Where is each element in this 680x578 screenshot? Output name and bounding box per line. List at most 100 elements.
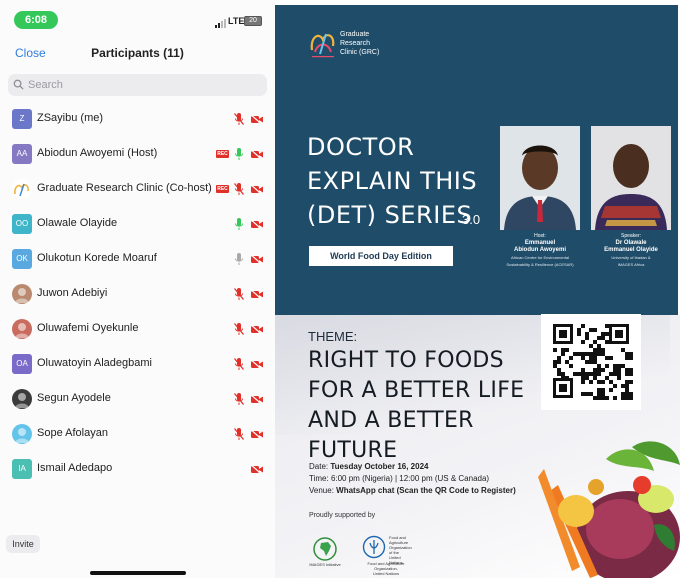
images-logo: IMAGES Initiative [309,537,341,567]
participant-row[interactable]: Oluwafemi Oyekunle [0,312,275,347]
fao-emblem-icon [362,535,386,559]
participant-avatar: Z [12,109,32,129]
mic-muted-icon [233,288,245,300]
recording-badge: REC [216,150,229,158]
speaker-portrait-icon [591,126,671,230]
participant-row[interactable]: IA Ismail Adedapo [0,452,275,487]
video-off-icon [250,184,263,195]
participant-name: Abiodun Awoyemi (Host) [37,147,158,159]
participant-row[interactable]: Sope Afolayan [0,417,275,452]
host-caption: Host: Emmanuel Abiodun Awoyemi African C… [495,233,585,268]
video-off-icon [250,254,263,265]
participant-row[interactable]: AA Abiodun Awoyemi (Host) REC [0,137,275,172]
participant-name: Oluwatoyin Aladegbami [37,357,152,369]
participant-row[interactable]: Segun Ayodele [0,382,275,417]
participant-name: Oluwafemi Oyekunle [37,322,139,334]
nav-bar: Participants (11) Close [0,40,275,68]
series-version: 3.0 [462,212,481,227]
host-portrait-icon [500,126,580,230]
participant-list: Z ZSayibu (me) AA Abiodun Awoyemi (Host) REC… [0,102,275,487]
speaker-role: Speaker: [620,233,641,239]
participant-avatar: IA [12,459,32,479]
mic-muted-icon [233,113,245,125]
participant-row[interactable]: Graduate Research Clinic (Co-host) REC [0,172,275,207]
event-details: Date: Tuesday October 16, 2024 Time: 6:0… [309,461,516,497]
close-button[interactable]: Close [15,46,46,60]
host-role: Host: [534,233,546,239]
participants-panel: 6:08 LTE 20 Participants (11) Close Z ZSa… [0,0,275,578]
participant-avatar [12,319,32,339]
mic-icon [235,253,243,265]
mic-muted-icon [233,393,245,405]
mic-muted-icon [233,183,245,195]
search-bar[interactable] [8,74,267,96]
speaker-affiliation: University of Ibadan & IMAGES Africa [611,255,651,267]
host-photo [500,126,580,230]
video-off-icon [250,324,263,335]
participant-avatar [12,424,32,444]
speaker-photo [591,126,671,230]
qr-code-icon [541,314,641,410]
time-line: Time: 6:00 pm (Nigeria) | 12:00 pm (US &… [309,474,490,483]
qr-code[interactable] [541,314,641,410]
video-off-icon [250,464,263,475]
participant-name: Juwon Adebiyi [37,287,108,299]
fao-logo: Food and Agriculture Organization of the… [362,535,412,576]
participant-name: Segun Ayodele [37,392,111,404]
participant-row[interactable]: Juwon Adebiyi [0,277,275,312]
vegetables-illustration-icon [538,441,680,578]
sponsor2-short-name: Food and Agriculture Organization, Unite… [367,561,405,576]
video-off-icon [250,394,263,405]
mic-muted-icon [233,323,245,335]
theme-text: RIGHT TO FOODS FOR A BETTER LIFE AND A B… [308,348,525,463]
venue-line: Venue: WhatsApp chat (Scan the QR Code t… [309,486,516,495]
participant-name: ZSayibu (me) [37,112,104,124]
mic-muted-icon [233,428,245,440]
battery-icon: 20 [244,16,262,26]
mic-muted-icon [233,358,245,370]
signal-icon [215,19,226,28]
search-input[interactable] [28,76,258,94]
participant-avatar: AA [12,144,32,164]
host-affiliation: African Centre for Environmental Sustain… [506,255,574,267]
invite-button[interactable]: Invite [6,535,40,553]
speaker-caption: Speaker: Dr Olawale Emmanuel Olayide Uni… [586,233,676,268]
status-time: 6:08 [14,11,58,29]
theme-label: THEME: [308,329,358,344]
status-bar: 6:08 LTE 20 [0,0,275,36]
video-off-icon [250,114,263,125]
participant-row[interactable]: OO Olawale Olayide [0,207,275,242]
mic-icon [235,218,243,230]
video-off-icon [250,359,263,370]
recording-badge: REC [216,185,229,193]
participant-name: Graduate Research Clinic (Co-host) [37,182,212,194]
video-off-icon [250,289,263,300]
date-line: Date: Tuesday October 16, 2024 [309,462,429,471]
speaker-name: Dr Olawale Emmanuel Olayide [604,240,658,253]
participant-name: Olawale Olayide [37,217,118,229]
home-indicator[interactable] [90,571,186,575]
sponsor1-name: IMAGES Initiative [309,562,341,567]
participant-row[interactable]: OK Olukotun Korede Moaruf [0,242,275,277]
video-off-icon [250,429,263,440]
participant-name: Ismail Adedapo [37,462,113,474]
participant-name: Sope Afolayan [37,427,108,439]
supported-by-label: Proudly supported by [309,512,376,519]
participant-avatar: OA [12,354,32,374]
participant-avatar: OK [12,249,32,269]
participant-row[interactable]: Z ZSayibu (me) [0,102,275,137]
search-icon [13,79,24,90]
participant-avatar: OO [12,214,32,234]
participant-avatar [12,179,32,199]
africa-map-icon [313,537,337,561]
participant-row[interactable]: OA Oluwatoyin Aladegbami [0,347,275,382]
video-off-icon [250,149,263,160]
participant-name: Olukotun Korede Moaruf [37,252,157,264]
edition-badge: World Food Day Edition [309,246,453,266]
grc-logo-icon [310,33,335,58]
host-name: Emmanuel Abiodun Awoyemi [513,240,566,253]
video-off-icon [250,219,263,230]
mic-icon [235,148,243,160]
participant-avatar [12,284,32,304]
network-label: LTE [228,16,245,26]
